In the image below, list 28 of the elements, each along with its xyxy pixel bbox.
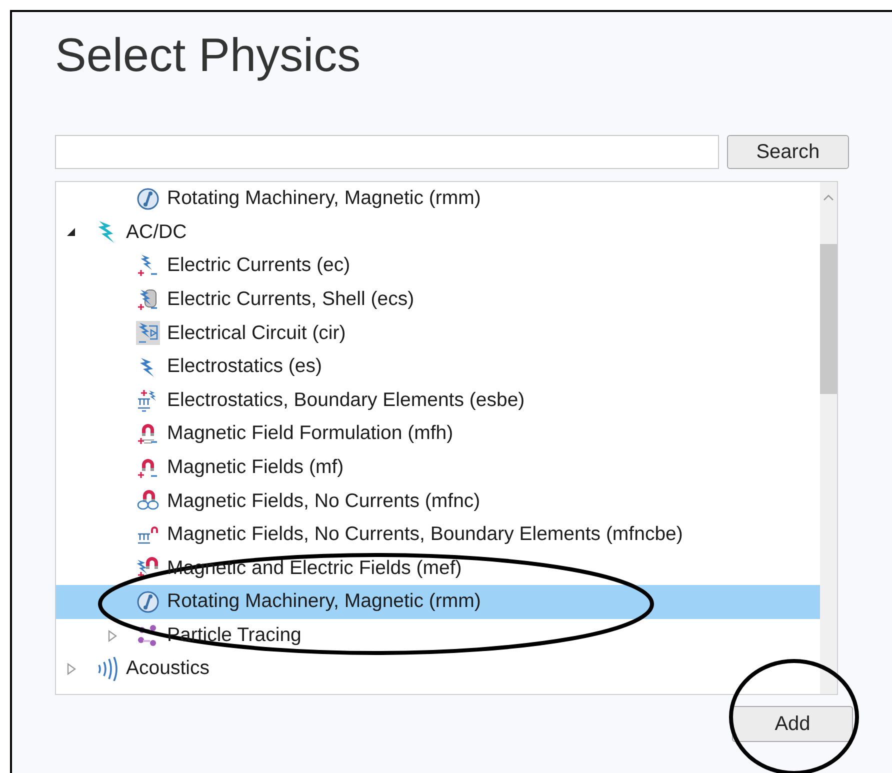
tree-item[interactable]: Electric Currents (ec): [56, 249, 820, 283]
tree-item[interactable]: Magnetic Field Formulation (mfh): [56, 417, 820, 451]
expand-arrow-icon[interactable]: [107, 630, 118, 642]
tree-item[interactable]: Magnetic Fields, No Currents, Boundary Elements (mfncbe): [56, 518, 820, 552]
add-button[interactable]: Add: [732, 706, 853, 742]
search-button[interactable]: Search: [726, 135, 849, 169]
tree-item[interactable]: AC/DC: [56, 216, 820, 250]
cylinder-icon: [136, 288, 160, 312]
magnet-icon: [136, 422, 160, 446]
tree-item[interactable]: Rotating Machinery, Magnetic (rmm): [56, 182, 820, 216]
expand-arrow-icon[interactable]: [66, 663, 77, 676]
collapse-arrow-icon[interactable]: [66, 226, 77, 238]
scroll-up-icon[interactable]: [823, 194, 834, 201]
scroll-thumb[interactable]: [820, 244, 837, 394]
tree-item[interactable]: Rotating Machinery, Magnetic (rmm): [56, 585, 820, 619]
tree-item[interactable]: Magnetic Fields, No Currents (mfnc): [56, 484, 820, 518]
lightning-icon: [136, 254, 160, 278]
circuit-icon: [136, 321, 160, 346]
tree-item[interactable]: Particle Tracing: [56, 618, 820, 652]
tree-item[interactable]: Electrostatics (es): [56, 350, 820, 384]
tree-item[interactable]: Electrical Circuit (cir): [56, 316, 820, 350]
tree-item[interactable]: Electrostatics, Boundary Elements (esbe): [56, 384, 820, 418]
tree-item[interactable]: Electric Currents, Shell (ecs): [56, 282, 820, 316]
dialog-title: Select Physics: [55, 27, 362, 83]
scrollbar[interactable]: [820, 182, 837, 694]
tree-item[interactable]: Acoustics: [56, 652, 820, 686]
search-field[interactable]: [55, 135, 719, 169]
tree-item[interactable]: Magnetic Fields (mf): [56, 450, 820, 484]
